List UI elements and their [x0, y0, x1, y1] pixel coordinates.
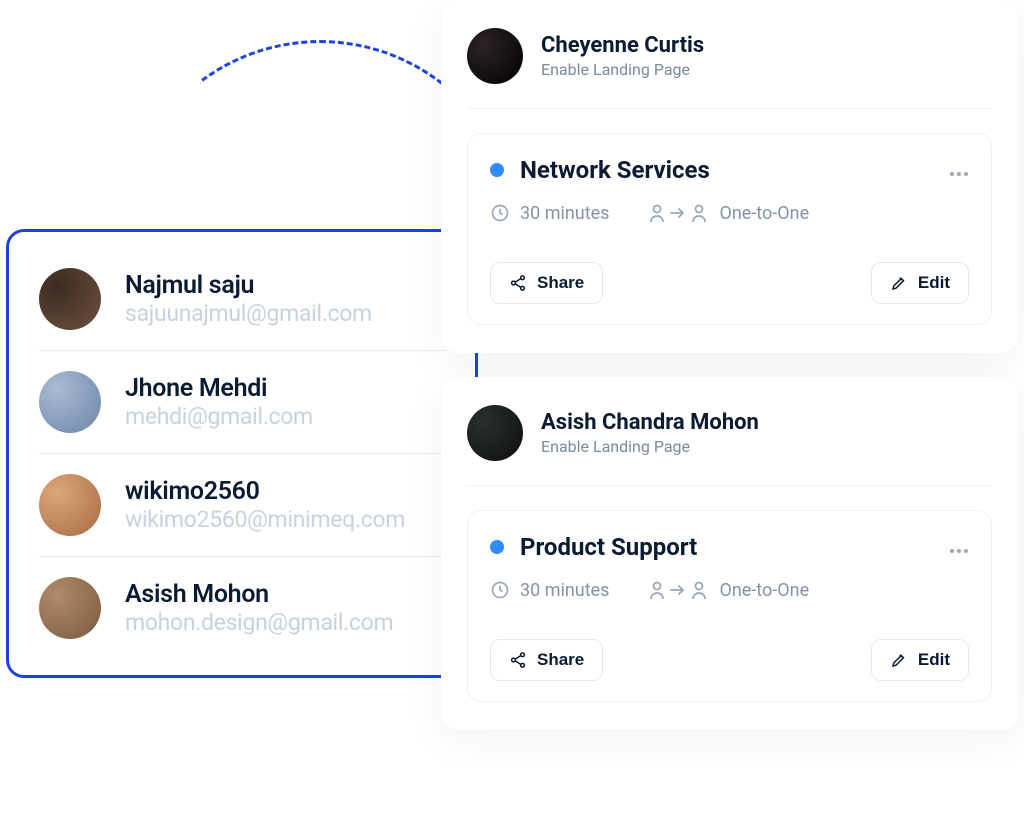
owner-subtitle: Enable Landing Page: [541, 60, 704, 79]
avatar: [467, 405, 523, 461]
one-to-one-icon: [649, 579, 709, 601]
share-icon: [509, 274, 527, 292]
mode-label: One-to-One: [719, 580, 809, 601]
status-dot-icon: [490, 163, 504, 177]
contact-name: wikimo2560: [125, 477, 445, 506]
duration-meta: 30 minutes: [490, 203, 609, 224]
avatar: [39, 474, 101, 536]
event-card: Cheyenne Curtis Enable Landing Page Netw…: [441, 0, 1018, 353]
contact-email: sajuunajmul@gmail.com: [125, 300, 445, 327]
clock-icon: [490, 203, 510, 223]
event-card: Asish Chandra Mohon Enable Landing Page …: [441, 377, 1018, 730]
edit-label: Edit: [918, 650, 950, 670]
share-icon: [509, 651, 527, 669]
contact-email: wikimo2560@minimeq.com: [125, 506, 445, 533]
edit-button[interactable]: Edit: [871, 639, 969, 681]
event-inner-card: Product Support 30 minutes O: [467, 510, 992, 702]
mode-meta: One-to-One: [649, 579, 809, 601]
one-to-one-icon: [649, 202, 709, 224]
mode-meta: One-to-One: [649, 202, 809, 224]
contact-email: mehdi@gmail.com: [125, 403, 445, 430]
contacts-popover: Najmul saju sajuunajmul@gmail.com Jhone …: [6, 229, 478, 678]
avatar: [467, 28, 523, 84]
event-inner-card: Network Services 30 minutes: [467, 133, 992, 325]
edit-button[interactable]: Edit: [871, 262, 969, 304]
owner-subtitle: Enable Landing Page: [541, 437, 759, 456]
event-title: Product Support: [520, 533, 697, 561]
contact-item[interactable]: Najmul saju sajuunajmul@gmail.com: [39, 268, 445, 351]
owner-name: Asish Chandra Mohon: [541, 410, 759, 435]
more-button[interactable]: [949, 535, 969, 560]
edit-label: Edit: [918, 273, 950, 293]
duration-label: 30 minutes: [520, 203, 609, 224]
pencil-icon: [890, 274, 908, 292]
contact-name: Najmul saju: [125, 271, 445, 300]
avatar: [39, 371, 101, 433]
more-button[interactable]: [949, 158, 969, 183]
mode-label: One-to-One: [719, 203, 809, 224]
duration-meta: 30 minutes: [490, 580, 609, 601]
events-column: Cheyenne Curtis Enable Landing Page Netw…: [441, 0, 1018, 730]
contact-item[interactable]: Jhone Mehdi mehdi@gmail.com: [39, 351, 445, 454]
contact-item[interactable]: Asish Mohon mohon.design@gmail.com: [39, 557, 445, 639]
status-dot-icon: [490, 540, 504, 554]
avatar: [39, 577, 101, 639]
share-label: Share: [537, 273, 584, 293]
pencil-icon: [890, 651, 908, 669]
contact-name: Jhone Mehdi: [125, 374, 445, 403]
contact-name: Asish Mohon: [125, 580, 445, 609]
more-icon: [949, 171, 969, 177]
event-title: Network Services: [520, 156, 710, 184]
share-label: Share: [537, 650, 584, 670]
more-icon: [949, 548, 969, 554]
avatar: [39, 268, 101, 330]
share-button[interactable]: Share: [490, 639, 603, 681]
connector-arc: [200, 40, 460, 260]
contact-email: mohon.design@gmail.com: [125, 609, 445, 636]
contact-item[interactable]: wikimo2560 wikimo2560@minimeq.com: [39, 454, 445, 557]
duration-label: 30 minutes: [520, 580, 609, 601]
clock-icon: [490, 580, 510, 600]
share-button[interactable]: Share: [490, 262, 603, 304]
owner-name: Cheyenne Curtis: [541, 33, 704, 58]
owner-row: Cheyenne Curtis Enable Landing Page: [467, 28, 992, 109]
owner-row: Asish Chandra Mohon Enable Landing Page: [467, 405, 992, 486]
